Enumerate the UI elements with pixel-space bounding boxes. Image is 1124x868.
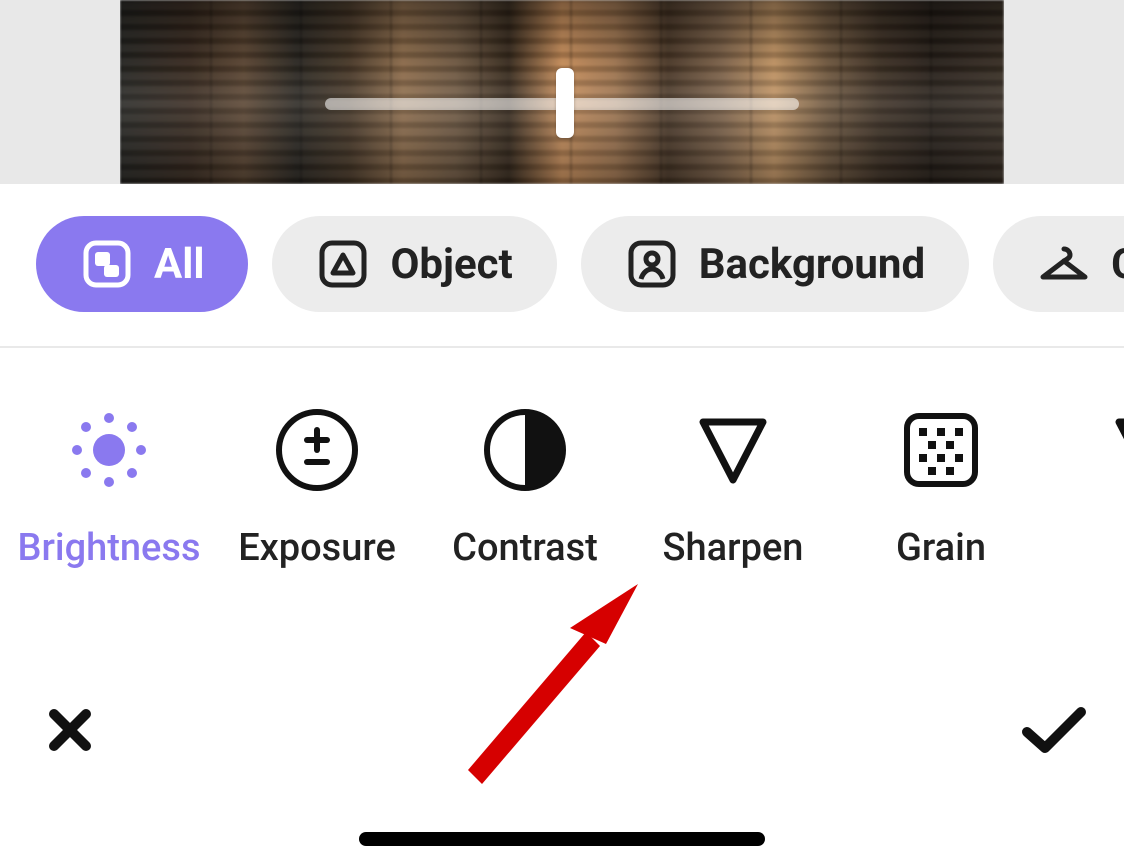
tool-contrast-label: Contrast [452,526,598,570]
brightness-icon [65,406,153,494]
triangle-icon [1105,406,1124,494]
object-icon [316,237,370,291]
tab-clothes[interactable]: Cl [993,216,1124,312]
adjust-slider-thumb[interactable] [556,68,574,138]
tool-exposure[interactable]: Exposure [222,406,412,570]
close-icon [44,704,96,760]
tool-brightness-label: Brightness [17,526,200,570]
confirm-button[interactable] [1026,704,1082,760]
cancel-button[interactable] [42,704,98,760]
adjust-tools: Brightness Exposure Contrast Sha [0,348,1124,570]
tool-grain[interactable]: Grain [846,406,1036,570]
tool-contrast[interactable]: Contrast [430,406,620,570]
sharpen-icon [689,406,777,494]
background-icon [625,237,679,291]
tab-background-label: Background [699,240,925,289]
tab-all-label: All [154,240,204,289]
tool-sharpen[interactable]: Sharpen [638,406,828,570]
all-icon [80,237,134,291]
exposure-icon [273,406,361,494]
check-icon [1019,704,1089,760]
target-tabs: All Object Background Cl [0,184,1124,348]
home-indicator [359,832,765,846]
contrast-icon [481,406,569,494]
tool-fi[interactable]: Fi [1054,406,1124,570]
tab-object[interactable]: Object [272,216,556,312]
action-bar [0,704,1124,760]
grain-icon [897,406,985,494]
tab-clothes-label: Cl [1111,240,1124,289]
tool-brightness[interactable]: Brightness [14,406,204,570]
tool-exposure-label: Exposure [238,526,396,570]
tab-object-label: Object [390,240,512,289]
hanger-icon [1037,237,1091,291]
tab-all[interactable]: All [36,216,248,312]
tab-background[interactable]: Background [581,216,969,312]
tool-grain-label: Grain [896,526,986,570]
annotation-arrow [442,560,702,820]
image-preview [0,0,1124,184]
tool-sharpen-label: Sharpen [663,526,804,570]
